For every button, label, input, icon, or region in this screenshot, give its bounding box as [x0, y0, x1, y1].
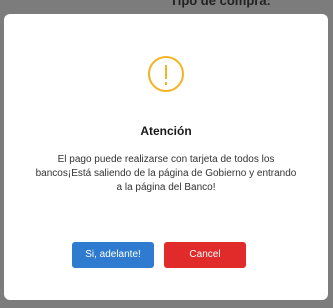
- warning-icon-bar: [165, 65, 167, 79]
- warning-icon-dot: [165, 82, 167, 85]
- alert-dialog: Atención El pago puede realizarse con ta…: [4, 14, 328, 300]
- dialog-title: Atención: [140, 124, 192, 138]
- warning-icon: [148, 56, 184, 92]
- dialog-message: El pago puede realizarse con tarjeta de …: [35, 154, 297, 193]
- cancel-button[interactable]: Cancel: [164, 242, 246, 268]
- background-form-label: Tipo de compra:: [170, 0, 271, 8]
- confirm-button[interactable]: Si, adelante!: [72, 242, 154, 268]
